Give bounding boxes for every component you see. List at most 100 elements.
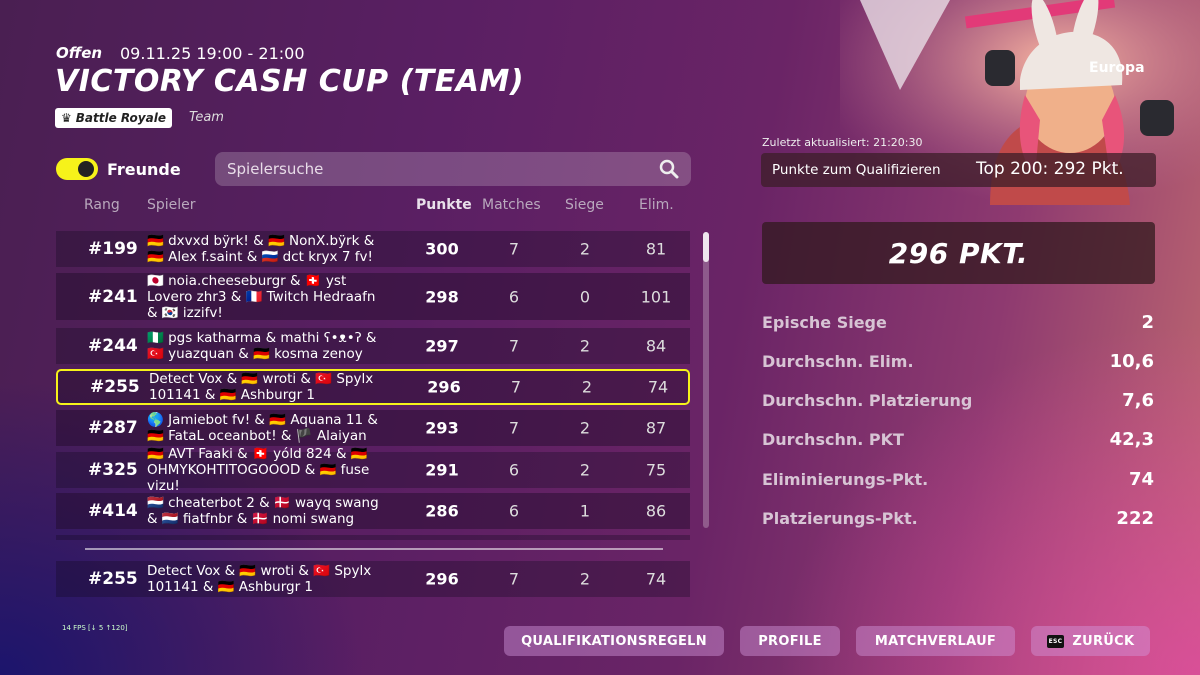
player-search-input[interactable]: Spielersuche xyxy=(215,152,691,186)
row-matches: 7 xyxy=(508,569,520,589)
row-rank: #255 xyxy=(90,377,140,397)
col-header-player: Spieler xyxy=(147,197,196,213)
mode-badge: ♛ Battle Royale xyxy=(55,108,172,128)
fps-counter: 14 FPS [↓ 5 ↑120] xyxy=(62,624,128,632)
qualify-threshold-box: Punkte zum Qualifizieren Top 200: 292 Pk… xyxy=(761,153,1156,187)
row-elims: 81 xyxy=(645,239,667,259)
scrollbar-track[interactable] xyxy=(703,232,709,528)
back-button[interactable]: ESC ZURÜCK xyxy=(1031,626,1150,656)
row-players: 🇯🇵 noia.cheeseburgr & 🇨🇭 yst Lovero zhr3… xyxy=(147,272,376,321)
divider xyxy=(85,548,663,550)
stat-value-placement-points: 222 xyxy=(1116,508,1154,529)
row-points: 296 xyxy=(427,377,461,397)
stat-value-avg-elims: 10,6 xyxy=(1109,351,1154,372)
stat-value-wins: 2 xyxy=(1141,312,1154,333)
stat-label-wins: Epische Siege xyxy=(762,313,887,332)
stat-value-avg-placement: 7,6 xyxy=(1122,390,1154,411)
row-rank: #199 xyxy=(88,239,138,259)
row-matches: 7 xyxy=(508,418,520,438)
row-points: 291 xyxy=(425,460,459,480)
stat-label-avg-points: Durchschn. PKT xyxy=(762,430,904,449)
row-points: 300 xyxy=(425,239,459,259)
row-elims: 75 xyxy=(645,460,667,480)
row-points: 296 xyxy=(425,569,459,589)
table-row[interactable]: #325 🇩🇪 AVT Faaki & 🇨🇭 yóld 824 & 🇩🇪 OHM… xyxy=(56,446,690,494)
table-row[interactable]: #199 🇩🇪 dxvxd bÿrk! & 🇩🇪 NonX.bÿrk & 🇩🇪 … xyxy=(56,231,690,267)
row-players: 🇳🇬 pgs katharma & mathi ʕ•ᴥ•ʔ & 🇹🇷 yuazq… xyxy=(147,330,377,362)
row-wins: 2 xyxy=(579,569,591,589)
row-matches: 6 xyxy=(508,460,520,480)
row-matches: 6 xyxy=(508,501,520,521)
row-matches: 7 xyxy=(508,336,520,356)
qualification-rules-button[interactable]: QUALIFIKATIONSREGELN xyxy=(504,626,724,656)
crown-icon: ♛ xyxy=(61,111,72,125)
friends-toggle-label: Freunde xyxy=(107,160,181,179)
row-players: 🇳🇱 cheaterbot 2 & 🇩🇰 wayq swang & 🇳🇱 fia… xyxy=(147,495,379,527)
row-wins: 1 xyxy=(579,501,591,521)
row-rank: #414 xyxy=(88,501,138,521)
col-header-points[interactable]: Punkte xyxy=(416,197,472,213)
search-icon[interactable] xyxy=(659,159,679,179)
row-elims: 87 xyxy=(645,418,667,438)
row-wins: 2 xyxy=(581,377,593,397)
row-rank: #241 xyxy=(88,286,138,307)
team-label: Team xyxy=(189,110,224,125)
row-elims: 84 xyxy=(645,336,667,356)
stat-label-placement-points: Platzierungs-Pkt. xyxy=(762,509,918,528)
row-rank: #287 xyxy=(88,418,138,438)
event-status: Offen xyxy=(56,44,103,62)
row-points: 298 xyxy=(425,287,459,306)
row-points: 297 xyxy=(425,336,459,356)
table-row[interactable]: #287 🌎 Jamiebot fv! & 🇩🇪 Aquana 11 & 🇩🇪 … xyxy=(56,410,690,446)
mode-badge-label: Battle Royale xyxy=(75,111,166,125)
stat-label-avg-elims: Durchschn. Elim. xyxy=(762,352,914,371)
row-wins: 2 xyxy=(579,336,591,356)
row-rank: #255 xyxy=(88,569,138,589)
col-header-rank: Rang xyxy=(84,197,120,213)
search-placeholder: Spielersuche xyxy=(227,160,324,178)
region-label: Europa xyxy=(1089,60,1145,76)
row-rank: #325 xyxy=(88,460,138,480)
event-datetime: 09.11.25 19:00 - 21:00 xyxy=(120,44,305,63)
friends-toggle[interactable] xyxy=(56,158,98,180)
back-button-label: ZURÜCK xyxy=(1072,633,1135,649)
profiles-button[interactable]: PROFILE xyxy=(740,626,840,656)
stat-value-elim-points: 74 xyxy=(1128,469,1154,490)
col-header-wins[interactable]: Siege xyxy=(565,197,604,213)
table-row[interactable]: #241 🇯🇵 noia.cheeseburgr & 🇨🇭 yst Lovero… xyxy=(56,272,690,321)
row-elims: 74 xyxy=(647,377,669,397)
stat-value-avg-points: 42,3 xyxy=(1109,429,1154,450)
row-wins: 0 xyxy=(579,287,591,306)
row-players: Detect Vox & 🇩🇪 wroti & 🇹🇷 Spylx 101141 … xyxy=(147,563,372,595)
row-matches: 7 xyxy=(510,377,522,397)
row-matches: 7 xyxy=(508,239,520,259)
row-elims: 74 xyxy=(645,569,667,589)
col-header-matches[interactable]: Matches xyxy=(482,197,541,213)
row-matches: 6 xyxy=(508,287,520,306)
row-wins: 2 xyxy=(579,418,591,438)
table-row[interactable]: #244 🇳🇬 pgs katharma & mathi ʕ•ᴥ•ʔ & 🇹🇷 … xyxy=(56,328,690,364)
stat-label-avg-placement: Durchschn. Platzierung xyxy=(762,391,973,410)
row-elims: 101 xyxy=(640,287,672,306)
esc-key-icon: ESC xyxy=(1046,634,1065,648)
stat-label-elim-points: Eliminierungs-Pkt. xyxy=(762,470,929,489)
total-score: 296 PKT. xyxy=(762,222,1155,284)
last-updated: Zuletzt aktualisiert: 21:20:30 xyxy=(762,136,923,149)
row-points: 286 xyxy=(425,501,459,521)
scrollbar-thumb[interactable] xyxy=(703,232,709,262)
own-team-pinned-row[interactable]: #255 Detect Vox & 🇩🇪 wroti & 🇹🇷 Spylx 10… xyxy=(56,561,690,597)
match-history-button[interactable]: MATCHVERLAUF xyxy=(856,626,1015,656)
row-players: 🇩🇪 dxvxd bÿrk! & 🇩🇪 NonX.bÿrk & 🇩🇪 Alex … xyxy=(147,233,375,265)
row-wins: 2 xyxy=(579,239,591,259)
row-players: 🌎 Jamiebot fv! & 🇩🇪 Aquana 11 & 🇩🇪 FataL… xyxy=(147,412,378,444)
row-players: 🇩🇪 AVT Faaki & 🇨🇭 yóld 824 & 🇩🇪 OHMYKOHT… xyxy=(147,446,370,494)
table-row[interactable]: #414 🇳🇱 cheaterbot 2 & 🇩🇰 wayq swang & 🇳… xyxy=(56,493,690,529)
row-rank: #244 xyxy=(88,336,138,356)
qualify-label: Punkte zum Qualifizieren xyxy=(772,162,941,178)
col-header-elims[interactable]: Elim. xyxy=(639,197,674,213)
row-points: 293 xyxy=(425,418,459,438)
qualify-value: Top 200: 292 Pkt. xyxy=(976,159,1124,179)
table-row-own-team[interactable]: #255 Detect Vox & 🇩🇪 wroti & 🇹🇷 Spylx 10… xyxy=(56,369,690,405)
toggle-knob xyxy=(78,161,94,177)
row-wins: 2 xyxy=(579,460,591,480)
